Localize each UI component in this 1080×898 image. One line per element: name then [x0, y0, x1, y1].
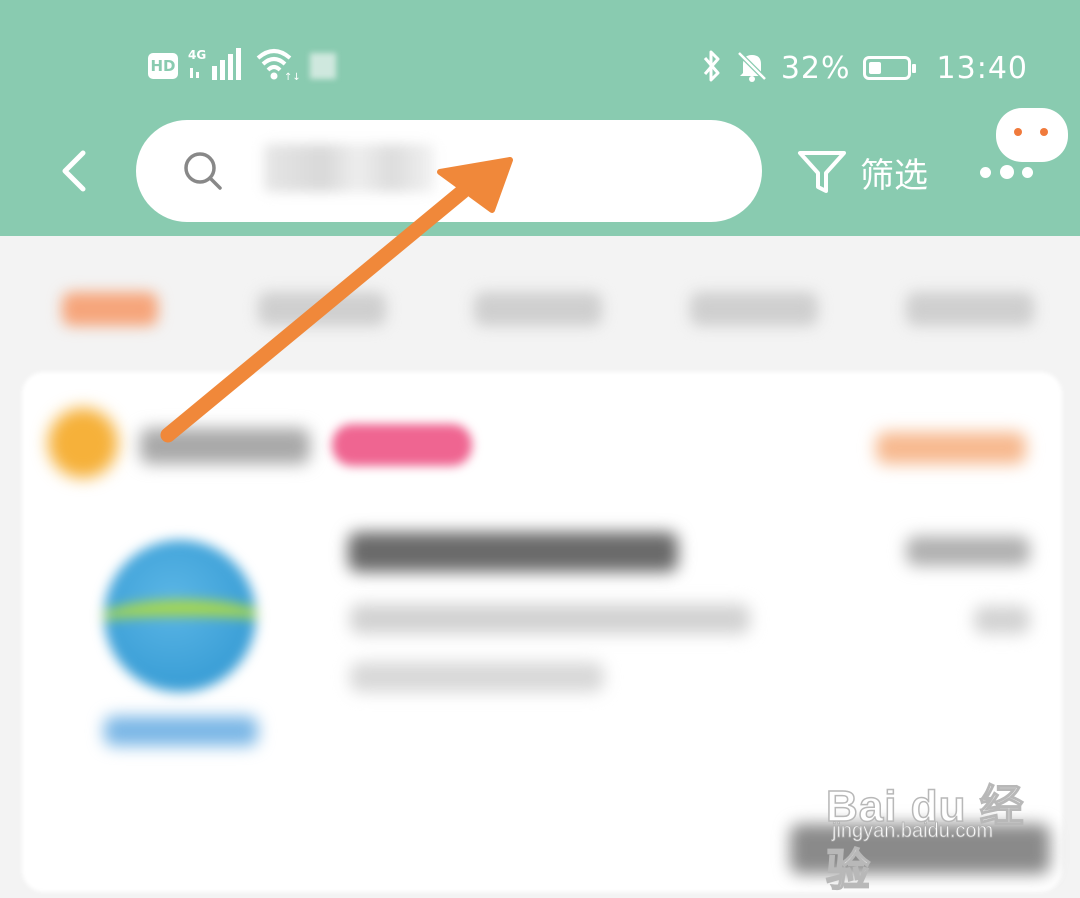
watermark-url: jingyan.baidu.com	[832, 820, 994, 843]
product-qty	[974, 606, 1030, 634]
tab-3[interactable]	[474, 292, 602, 326]
svg-text:↑↓: ↑↓	[284, 72, 300, 82]
bluetooth-icon	[701, 49, 723, 87]
logo-wave	[104, 600, 256, 646]
signal-icon: 4G	[188, 46, 244, 86]
search-hint-blurred	[264, 144, 434, 192]
status-bar-right: 32% 13:40	[701, 46, 1028, 90]
battery-level	[868, 62, 881, 74]
filter-button[interactable]: 筛选	[796, 144, 928, 200]
shop-name	[140, 428, 310, 464]
product-logo	[104, 540, 256, 692]
tab-2[interactable]	[258, 292, 386, 326]
hd-badge: HD	[148, 53, 178, 79]
product-price	[906, 536, 1030, 566]
search-icon	[182, 150, 224, 196]
chat-bubble-icon[interactable]	[996, 108, 1068, 162]
svg-text:4G: 4G	[188, 48, 206, 62]
product-note	[350, 662, 604, 692]
product-logo-caption	[104, 716, 258, 746]
tab-5[interactable]	[906, 292, 1034, 326]
mute-icon	[735, 49, 769, 87]
filter-icon	[798, 151, 846, 193]
order-status	[876, 432, 1026, 464]
app-header: HD 4G ↑↓ 32% 13:40 筛选	[0, 0, 1080, 236]
search-input[interactable]	[136, 120, 762, 222]
status-bar-left: HD 4G ↑↓	[148, 46, 336, 86]
chat-bubble-eye	[1014, 128, 1022, 136]
shop-badge	[332, 424, 472, 466]
clock: 13:40	[936, 50, 1028, 86]
tab-4[interactable]	[690, 292, 818, 326]
back-icon	[62, 150, 86, 192]
category-tabs-blurred	[0, 240, 1080, 360]
filter-label: 筛选	[860, 155, 928, 196]
wifi-icon: ↑↓	[254, 46, 301, 86]
product-spec	[350, 604, 750, 634]
back-button[interactable]	[52, 144, 96, 198]
more-icon[interactable]	[976, 162, 1036, 182]
tab-all[interactable]	[62, 292, 158, 326]
battery-icon	[862, 56, 916, 80]
baidu-watermark: Bai du 经验 jingyan.baidu.com	[825, 770, 1036, 896]
product-title	[348, 532, 678, 572]
notification-blur	[310, 53, 336, 79]
shop-avatar	[48, 408, 118, 478]
chat-bubble-eye	[1040, 128, 1048, 136]
battery-percent: 32%	[780, 50, 851, 86]
